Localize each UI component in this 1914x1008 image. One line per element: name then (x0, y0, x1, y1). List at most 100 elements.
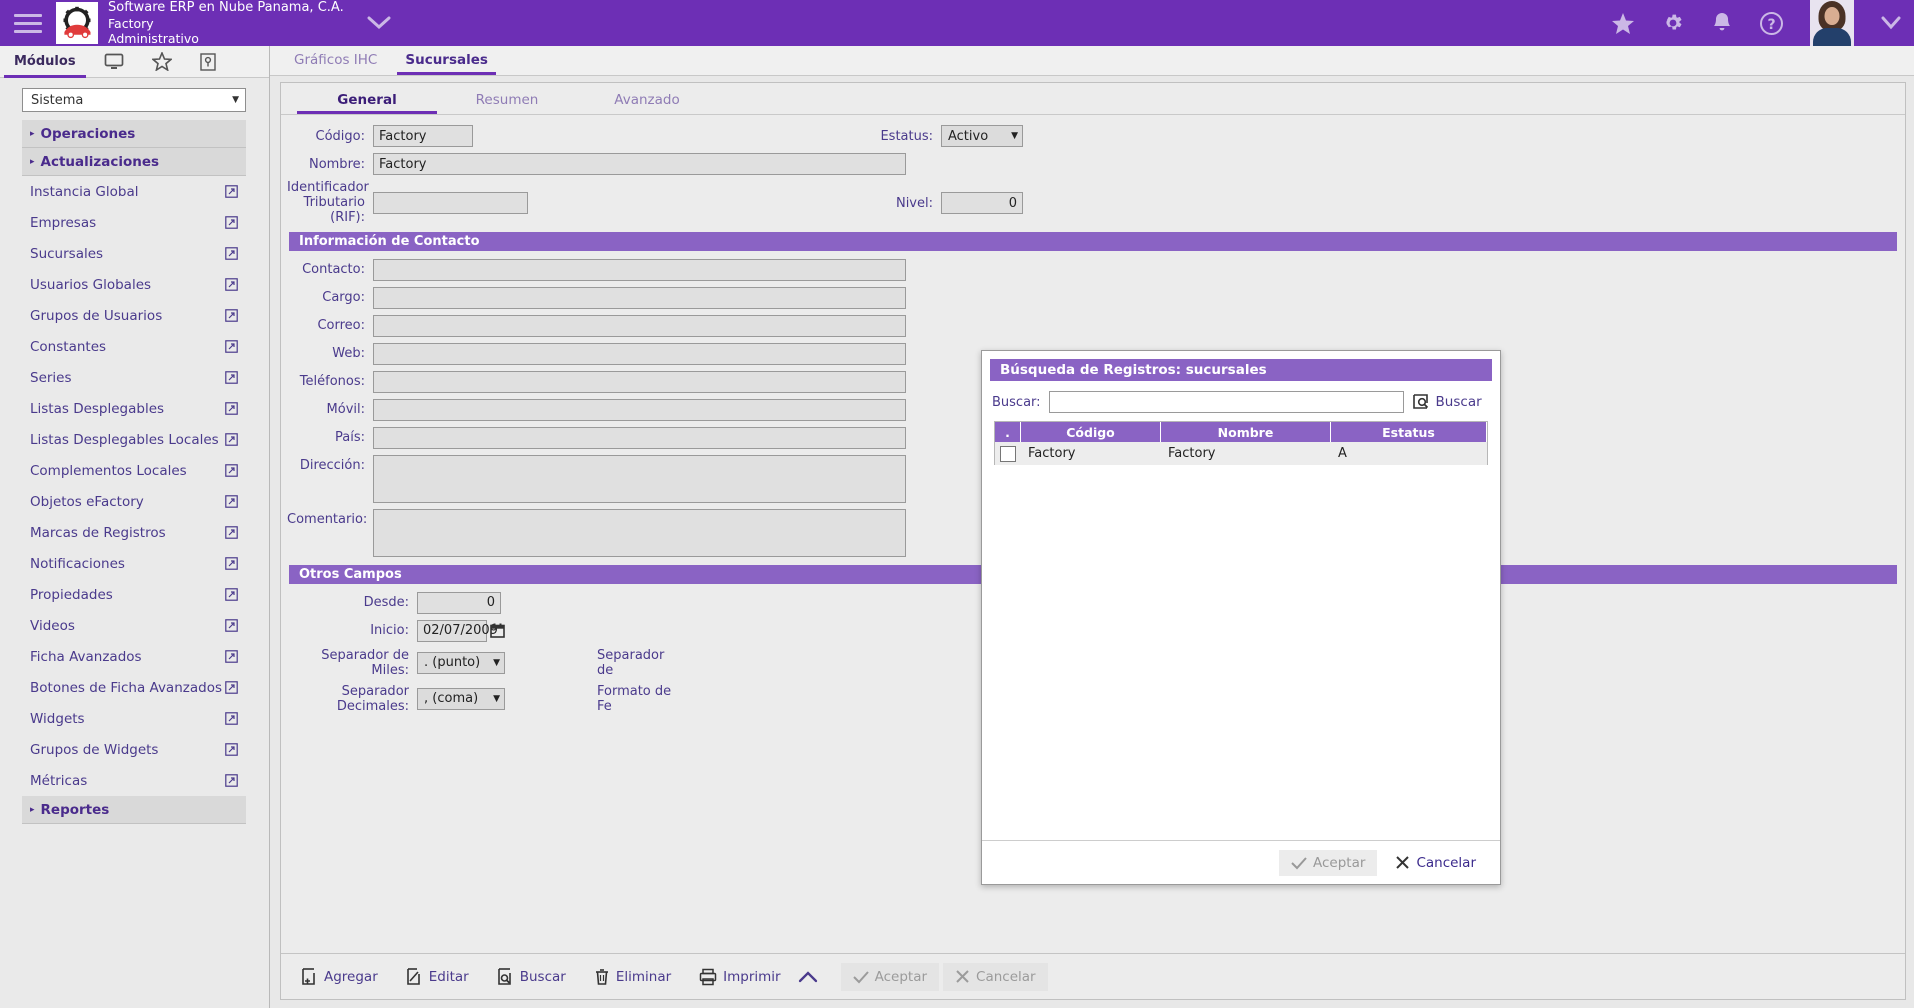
chevron-up-icon[interactable] (797, 969, 819, 985)
chevron-down-icon[interactable] (366, 15, 392, 31)
help-icon[interactable]: ? (1759, 11, 1784, 36)
toolbar-cancelar-button[interactable]: Cancelar (943, 962, 1048, 991)
sidebar-item-ficha-avanzados[interactable]: Ficha Avanzados (22, 641, 246, 672)
chevron-down-icon[interactable] (1880, 15, 1902, 31)
sidebar-item-widgets[interactable]: Widgets (22, 703, 246, 734)
toolbar-aceptar-button[interactable]: Aceptar (840, 962, 940, 991)
external-link-icon[interactable] (225, 619, 238, 632)
nivel-input[interactable]: 0 (941, 192, 1023, 215)
external-link-icon[interactable] (225, 557, 238, 570)
sidebar-tab-modulos[interactable]: Módulos (0, 46, 90, 78)
bell-icon[interactable] (1711, 11, 1733, 35)
sidebar-item-mtricas[interactable]: Métricas (22, 765, 246, 796)
inicio-input[interactable]: 02/07/2009 (417, 619, 498, 642)
sidebar-item-propiedades[interactable]: Propiedades (22, 579, 246, 610)
contact-field-input[interactable] (373, 286, 906, 309)
calendar-icon[interactable] (490, 623, 505, 639)
direccion-textarea[interactable] (373, 454, 906, 503)
star-icon[interactable] (1611, 12, 1635, 35)
modal-accept-button[interactable]: Aceptar (1279, 849, 1378, 876)
form-tab-resumen[interactable]: Resumen (437, 92, 577, 114)
desde-input[interactable]: 0 (417, 591, 501, 614)
sidebar-group-operaciones[interactable]: ▸ Operaciones (22, 120, 246, 148)
external-link-icon[interactable] (225, 712, 238, 725)
external-link-icon[interactable] (225, 433, 238, 446)
sidebar-item-constantes[interactable]: Constantes (22, 331, 246, 362)
sidebar-group-actualizaciones[interactable]: ▸ Actualizaciones (22, 148, 246, 176)
sidebar-item-videos[interactable]: Videos (22, 610, 246, 641)
external-link-icon[interactable] (225, 278, 238, 291)
sidebar-item-grupos-de-widgets[interactable]: Grupos de Widgets (22, 734, 246, 765)
external-link-icon[interactable] (225, 464, 238, 477)
toolbar-eliminar-button[interactable]: Eliminar (582, 962, 683, 992)
codigo-input[interactable]: Factory (373, 125, 473, 147)
estatus-select[interactable]: Activo ▼ (941, 125, 1023, 147)
external-link-icon[interactable] (225, 309, 238, 322)
contact-field-input[interactable] (373, 426, 906, 449)
sidebar-item-marcas-de-registros[interactable]: Marcas de Registros (22, 517, 246, 548)
contact-field-input[interactable] (373, 314, 906, 337)
column-header-estatus[interactable]: Estatus (1331, 422, 1487, 442)
table-row[interactable]: Factory Factory A (995, 442, 1487, 465)
contact-field-input[interactable] (373, 370, 906, 393)
modal-cancel-button[interactable]: Cancelar (1383, 850, 1488, 876)
sidebar-item-empresas[interactable]: Empresas (22, 207, 246, 238)
row-checkbox[interactable] (1000, 445, 1016, 462)
sidebar-item-label: Complementos Locales (30, 462, 187, 479)
sidebar-item-grupos-de-usuarios[interactable]: Grupos de Usuarios (22, 300, 246, 331)
external-link-icon[interactable] (225, 588, 238, 601)
comentario-textarea[interactable] (373, 508, 906, 557)
sidebar-tab-favorites[interactable] (138, 46, 186, 77)
modal-search-input[interactable] (1048, 391, 1404, 413)
column-header-check[interactable]: . (995, 422, 1021, 442)
external-link-icon[interactable] (225, 216, 238, 229)
tab-sucursales[interactable]: Sucursales (391, 48, 502, 75)
external-link-icon[interactable] (225, 247, 238, 260)
sidebar-tab-monitor[interactable] (90, 46, 138, 77)
separador-miles-select[interactable]: . (punto) ▼ (417, 651, 505, 674)
form-tab-general[interactable]: General (297, 92, 437, 114)
external-link-icon[interactable] (225, 371, 238, 384)
toolbar-buscar-button[interactable]: Buscar (485, 962, 578, 992)
column-header-nombre[interactable]: Nombre (1161, 422, 1331, 442)
hamburger-icon[interactable] (0, 13, 56, 33)
tab-graficos-ihc[interactable]: Gráficos IHC (280, 48, 391, 75)
external-link-icon[interactable] (225, 526, 238, 539)
gear-icon[interactable] (1661, 11, 1685, 35)
sidebar-item-sucursales[interactable]: Sucursales (22, 238, 246, 269)
external-link-icon[interactable] (225, 185, 238, 198)
sidebar-item-objetos-efactory[interactable]: Objetos eFactory (22, 486, 246, 517)
row-checkbox-cell[interactable] (995, 442, 1021, 465)
sidebar-item-listas-desplegables[interactable]: Listas Desplegables (22, 393, 246, 424)
sidebar-item-usuarios-globales[interactable]: Usuarios Globales (22, 269, 246, 300)
modal-search-button[interactable]: Buscar (1412, 393, 1482, 412)
nombre-input[interactable]: Factory (373, 153, 906, 175)
toolbar-imprimir-button[interactable]: Imprimir (687, 962, 792, 992)
sidebar-item-botones-de-ficha-avanzados[interactable]: Botones de Ficha Avanzados (22, 672, 246, 703)
form-tab-avanzado[interactable]: Avanzado (577, 92, 717, 114)
sidebar-item-listas-desplegables-locales[interactable]: Listas Desplegables Locales (22, 424, 246, 455)
separador-decimales-select[interactable]: , (coma) ▼ (417, 687, 505, 710)
user-avatar[interactable] (1810, 0, 1854, 46)
external-link-icon[interactable] (225, 681, 238, 694)
module-selector[interactable]: Sistema ▼ (22, 88, 246, 112)
sidebar-group-reportes[interactable]: ▸ Reportes (22, 796, 246, 824)
external-link-icon[interactable] (225, 495, 238, 508)
column-header-codigo[interactable]: Código (1021, 422, 1161, 442)
contact-field-input[interactable] (373, 342, 906, 365)
external-link-icon[interactable] (225, 340, 238, 353)
external-link-icon[interactable] (225, 650, 238, 663)
external-link-icon[interactable] (225, 402, 238, 415)
sidebar-item-complementos-locales[interactable]: Complementos Locales (22, 455, 246, 486)
external-link-icon[interactable] (225, 743, 238, 756)
rif-input[interactable] (373, 192, 528, 215)
sidebar-item-instancia-global[interactable]: Instancia Global (22, 176, 246, 207)
sidebar-item-notificaciones[interactable]: Notificaciones (22, 548, 246, 579)
toolbar-agregar-button[interactable]: Agregar (289, 962, 390, 992)
toolbar-editar-button[interactable]: Editar (394, 962, 481, 992)
contact-field-input[interactable] (373, 398, 906, 421)
sidebar-item-series[interactable]: Series (22, 362, 246, 393)
sidebar-tab-key[interactable] (186, 46, 230, 77)
external-link-icon[interactable] (225, 774, 238, 787)
contact-field-input[interactable] (373, 258, 906, 281)
